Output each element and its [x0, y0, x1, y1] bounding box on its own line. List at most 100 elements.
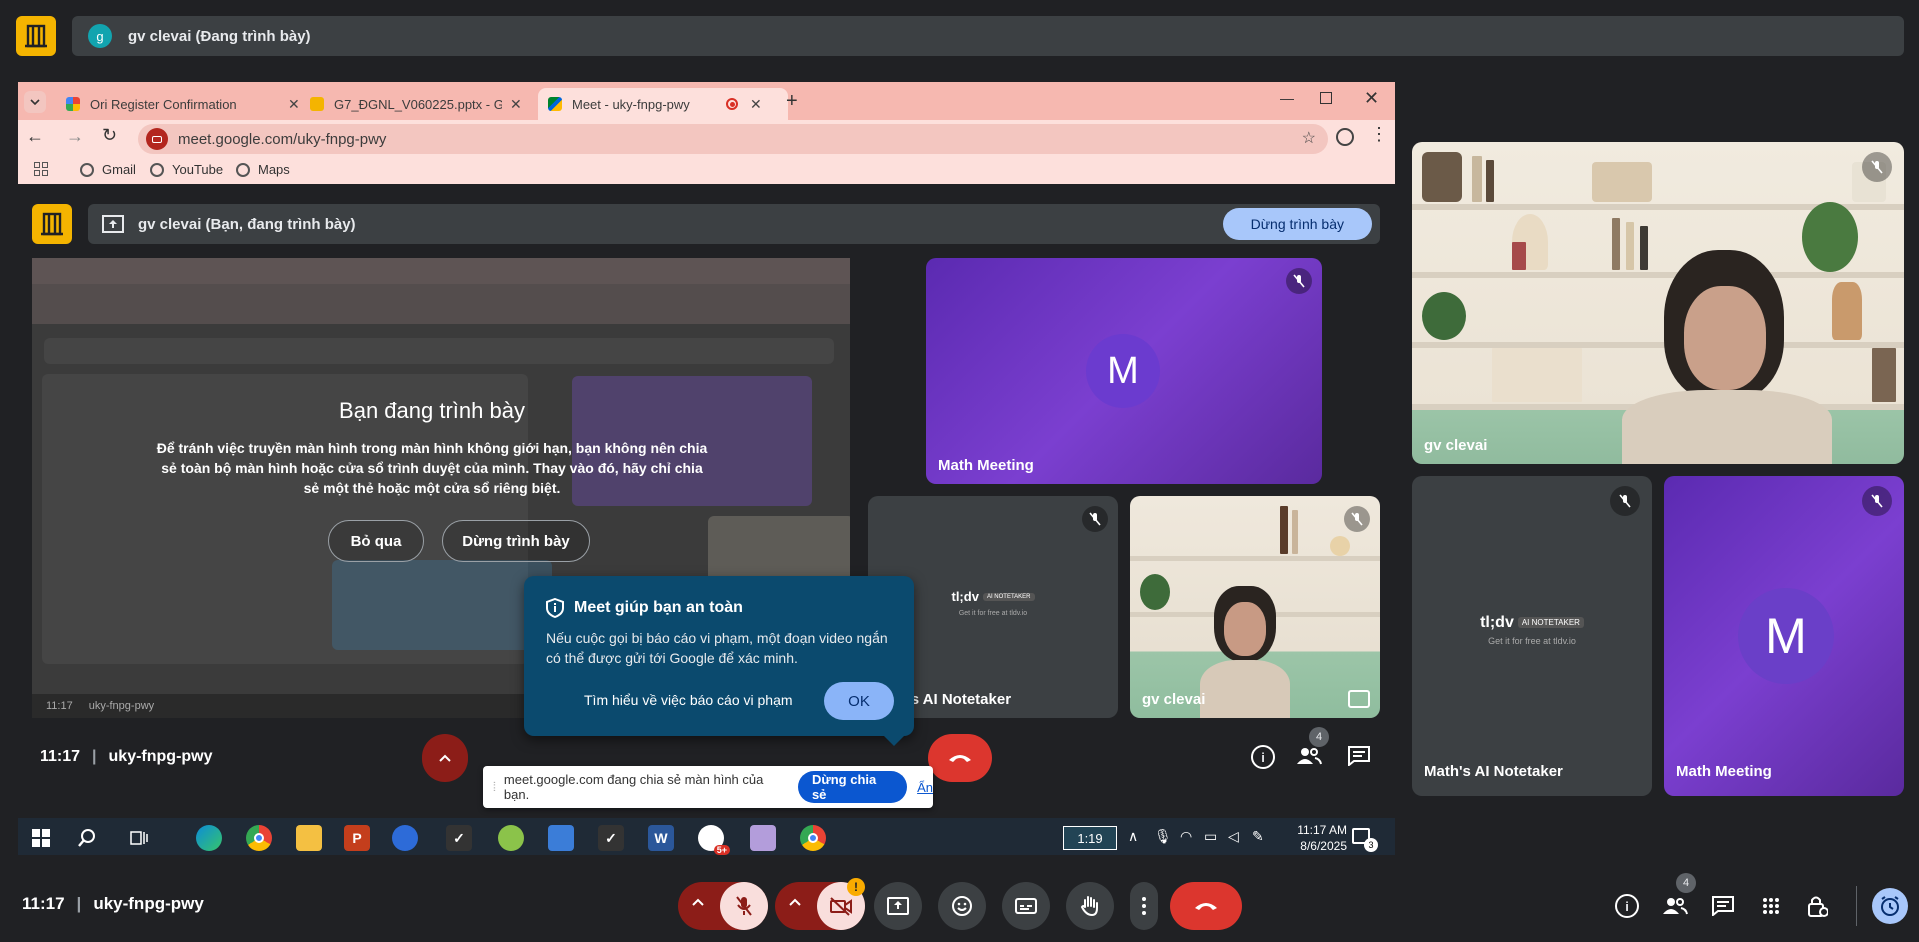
chat-icon[interactable] — [1348, 746, 1370, 766]
apps-grid-icon[interactable] — [34, 162, 48, 176]
volume-icon[interactable]: ◁ — [1228, 828, 1239, 845]
edge-icon[interactable] — [196, 825, 222, 851]
mic-tray-icon[interactable]: 🎙 — [1154, 828, 1172, 845]
tray-chevron-icon[interactable]: ∧ — [1128, 828, 1138, 845]
stop-presenting-button[interactable]: Dừng trình bày — [1222, 208, 1372, 240]
hide-link[interactable]: Ẩn — [917, 780, 933, 795]
present-screen-icon — [102, 215, 124, 233]
file-explorer-icon[interactable] — [296, 825, 322, 851]
menu-dots-icon[interactable]: ⋮ — [1370, 124, 1388, 145]
emoji-icon — [952, 896, 972, 916]
profile-icon[interactable] — [1336, 128, 1354, 146]
forward-icon[interactable]: → — [66, 126, 84, 147]
participant-tile-math-meeting-large[interactable]: M Math Meeting — [1664, 476, 1904, 796]
tab-slides[interactable]: G7_ĐGNL_V060225.pptx - Goo ✕ — [300, 88, 532, 120]
meeting-code: uky-fnpg-pwy — [93, 894, 204, 913]
taskbar-clock[interactable]: 11:17 AM 8/6/2025 — [1297, 822, 1347, 854]
mic-control-group — [678, 882, 768, 930]
stop-sharing-button[interactable]: Dừng chia sẻ — [797, 771, 908, 803]
drag-handle-icon[interactable]: ⦙ — [493, 779, 496, 795]
paint-icon[interactable] — [548, 825, 574, 851]
presenter-avatar: g — [88, 24, 112, 48]
stop-presenting-ghost-button[interactable]: Dừng trình bày — [442, 520, 590, 562]
mic-off-icon — [1862, 486, 1892, 516]
tldv-logo: tl;dv AI NOTETAKER Get it for free at tld… — [1452, 614, 1612, 646]
building-icon — [41, 212, 63, 236]
skip-button[interactable]: Bỏ qua — [328, 520, 424, 562]
microphone-toggle-button[interactable] — [720, 882, 768, 930]
chrome-active-icon[interactable] — [800, 825, 826, 851]
tab-ori-register[interactable]: Ori Register Confirmation ✕ — [56, 88, 310, 120]
present-now-button[interactable] — [874, 882, 922, 930]
tldv-logo: tl;dv AI NOTETAKER Get it for free at tld… — [938, 588, 1048, 617]
captions-button[interactable] — [1002, 882, 1050, 930]
raise-hand-button[interactable] — [1066, 882, 1114, 930]
close-icon[interactable]: ✕ — [288, 96, 300, 113]
info-icon[interactable]: i — [1251, 745, 1275, 769]
notification-center-icon[interactable]: 3 — [1352, 828, 1378, 852]
tab-search-button[interactable] — [24, 91, 46, 113]
mic-off-icon — [1286, 268, 1312, 294]
leave-call-button[interactable] — [1170, 882, 1242, 930]
tab-label: Ori Register Confirmation — [90, 96, 237, 112]
star-icon[interactable]: ☆ — [1302, 128, 1316, 148]
pen-icon[interactable]: ✎ — [1252, 828, 1264, 845]
windows-start-icon[interactable] — [28, 825, 54, 851]
participant-tile-math-meeting[interactable]: M Math Meeting — [926, 258, 1322, 484]
battery-indicator[interactable]: 1:19 — [1063, 826, 1117, 850]
video-options-button[interactable] — [789, 898, 801, 906]
chrome-icon[interactable] — [246, 825, 272, 851]
bookmark-maps[interactable]: Maps — [236, 162, 290, 177]
task-view-icon[interactable] — [126, 825, 152, 851]
mic-options-button[interactable] — [422, 734, 468, 782]
minimize-icon[interactable]: — — [1280, 90, 1294, 106]
participant-tile-gv-clevai-large[interactable]: gv clevai — [1412, 142, 1904, 464]
app-icon[interactable]: ✓ — [446, 825, 472, 851]
people-icon[interactable] — [1296, 746, 1322, 766]
powerpoint-icon[interactable]: P — [344, 825, 370, 851]
host-controls-icon[interactable] — [1806, 894, 1828, 918]
bookmark-gmail[interactable]: Gmail — [80, 162, 136, 177]
companion-timer-button[interactable] — [1872, 888, 1908, 924]
close-icon[interactable]: ✕ — [750, 96, 762, 113]
back-icon[interactable]: ← — [26, 126, 44, 147]
power-icon[interactable]: ▭ — [1204, 828, 1217, 845]
audio-options-button[interactable] — [692, 898, 704, 906]
restore-icon[interactable] — [1320, 92, 1332, 104]
learn-more-link[interactable]: Tìm hiểu về việc báo cáo vi phạm — [584, 692, 793, 708]
tab-meet[interactable]: Meet - uky-fnpg-pwy ✕ — [538, 88, 788, 120]
globe-icon — [150, 162, 164, 177]
reactions-button[interactable] — [938, 882, 986, 930]
participant-tile-notetaker-large[interactable]: tl;dv AI NOTETAKER Get it for free at tld… — [1412, 476, 1652, 796]
bookmark-youtube[interactable]: YouTube — [150, 162, 223, 177]
search-icon[interactable] — [74, 825, 100, 851]
window-close-icon[interactable]: ✕ — [1364, 88, 1379, 109]
leave-call-button[interactable] — [928, 734, 992, 782]
reload-icon[interactable]: ↻ — [102, 125, 117, 146]
ok-button[interactable]: OK — [824, 682, 894, 720]
pip-icon[interactable] — [1348, 690, 1370, 708]
ghost-popup — [332, 560, 552, 650]
wifi-icon[interactable]: ◠ — [1180, 828, 1192, 845]
present-screen-icon — [887, 897, 909, 915]
app-icon[interactable] — [392, 825, 418, 851]
meeting-details-icon[interactable]: i — [1615, 894, 1639, 918]
people-icon[interactable] — [1662, 896, 1688, 916]
building-icon — [25, 24, 47, 48]
app-icon[interactable] — [498, 825, 524, 851]
new-tab-icon[interactable]: + — [786, 90, 798, 113]
app-icon[interactable] — [750, 825, 776, 851]
word-icon[interactable]: W — [648, 825, 674, 851]
camera-site-icon[interactable] — [146, 128, 168, 150]
more-options-button[interactable] — [1130, 882, 1158, 930]
ghost-banner — [44, 338, 834, 364]
chat-icon[interactable] — [1712, 896, 1734, 916]
chevron-up-icon — [692, 898, 704, 906]
omnibox[interactable]: meet.google.com/uky-fnpg-pwy ☆ — [138, 124, 1328, 154]
participant-tile-gv-clevai[interactable]: gv clevai — [1130, 496, 1380, 718]
recording-icon — [726, 98, 738, 110]
close-icon[interactable]: ✕ — [510, 96, 522, 113]
activities-icon[interactable] — [1762, 897, 1780, 915]
app-icon[interactable]: ✓ — [598, 825, 624, 851]
app-icon[interactable]: 5+ — [698, 825, 730, 855]
